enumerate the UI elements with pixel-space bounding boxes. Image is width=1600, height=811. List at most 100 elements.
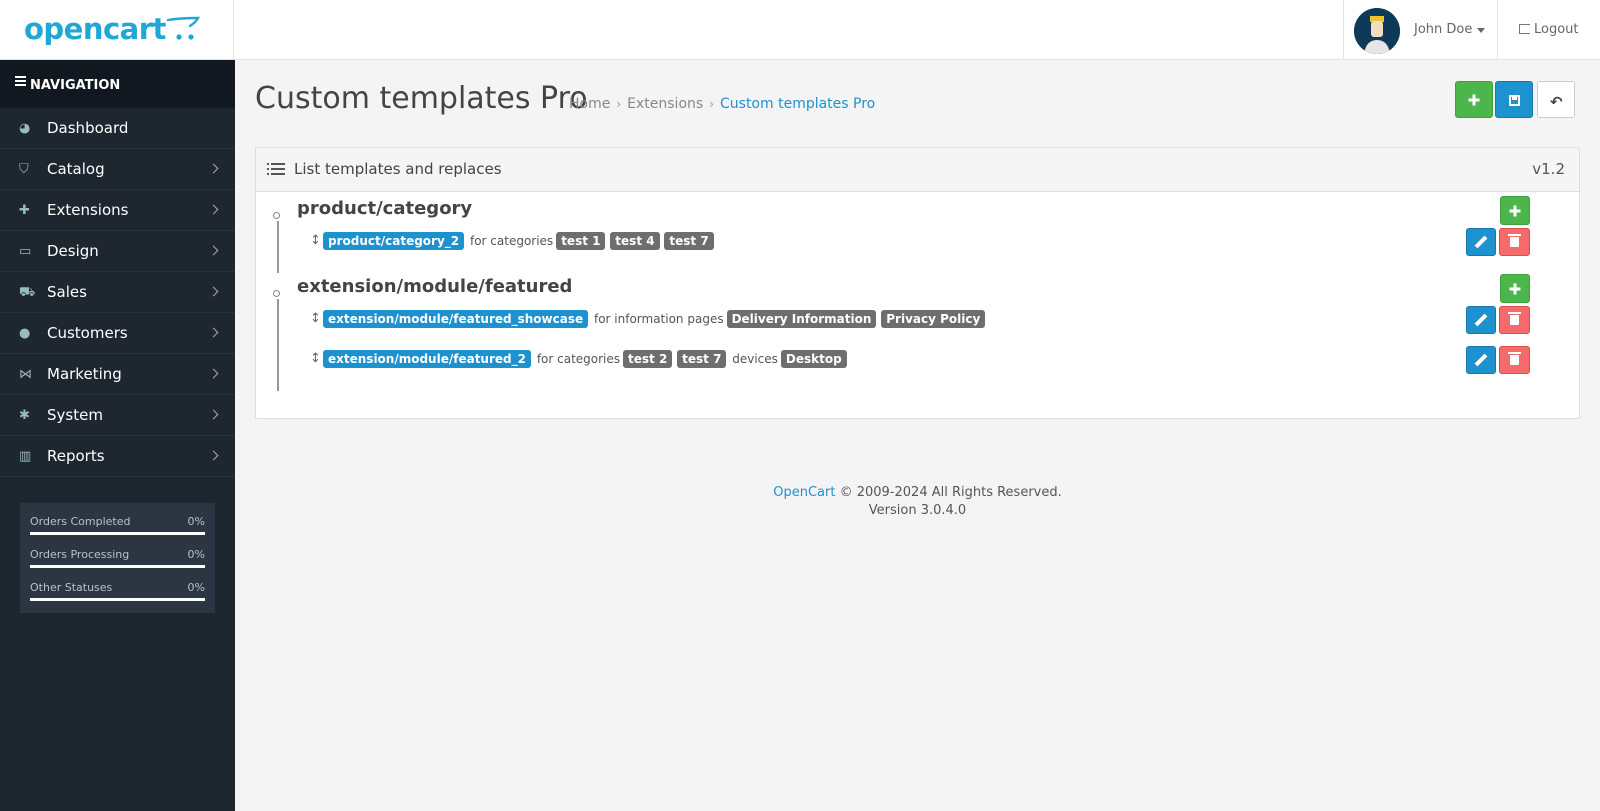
sidebar-item-label: Reports [47, 447, 105, 465]
sidebar-item-reports[interactable]: ▥ Reports [0, 436, 235, 477]
chevron-right-icon [208, 327, 219, 338]
add-template-button[interactable] [1500, 274, 1530, 303]
save-icon [1509, 95, 1520, 106]
chevron-right-icon [208, 409, 219, 420]
sidebar-item-label: Customers [47, 324, 128, 342]
sidebar-item-dashboard[interactable]: ◕ Dashboard [0, 108, 235, 149]
sidebar-menu: ◕ Dashboard ⛉ Catalog ✚ Extensions ▭ Design ⛟ Sal… [0, 108, 235, 477]
sign-out-icon [1519, 24, 1530, 34]
sidebar-item-system[interactable]: ✱ System [0, 395, 235, 436]
sidebar-item-label: Catalog [47, 160, 105, 178]
back-button[interactable]: ↶ [1537, 81, 1575, 118]
navigation-heading: NAVIGATION [0, 60, 235, 108]
cart-logo-icon [166, 16, 200, 40]
delete-button[interactable] [1499, 306, 1530, 334]
template-description: extension/module/featured_2 for categori… [323, 350, 847, 368]
sidebar-item-label: Sales [47, 283, 87, 301]
logo-text: opencart [24, 12, 166, 46]
puzzle-icon: ✚ [19, 203, 30, 218]
sidebar: NAVIGATION ◕ Dashboard ⛉ Catalog ✚ Extensions… [0, 60, 235, 811]
sidebar-item-label: Marketing [47, 365, 122, 383]
stat-label: Orders Completed [30, 515, 131, 528]
condition-badge: test 7 [664, 232, 714, 250]
page-title: Custom templates Pro [255, 81, 588, 116]
edit-button[interactable] [1466, 346, 1496, 374]
sidebar-item-label: Design [47, 242, 99, 260]
dashboard-icon: ◕ [19, 121, 31, 136]
reply-icon: ↶ [1550, 93, 1563, 111]
delete-button[interactable] [1499, 346, 1530, 374]
sidebar-item-sales[interactable]: ⛟ Sales [0, 272, 235, 313]
chevron-right-icon [208, 368, 219, 379]
order-stats: Orders Completed 0% Orders Processing 0% Oth… [20, 503, 215, 613]
add-template-button[interactable] [1500, 196, 1530, 225]
drag-handle-icon[interactable]: ↕ [310, 311, 321, 326]
chevron-right-icon [208, 286, 219, 297]
trash-icon [1508, 234, 1521, 247]
stat-row: Orders Processing 0% [30, 544, 205, 577]
breadcrumb-extensions[interactable]: Extensions [627, 96, 703, 112]
breadcrumb: Home › Extensions › Custom templates Pro [569, 96, 875, 112]
chevron-right-icon [208, 204, 219, 215]
desktop-icon: ▭ [19, 244, 32, 259]
chevron-right-icon [208, 450, 219, 461]
tree-node-icon [268, 290, 284, 298]
condition-badge: Privacy Policy [881, 310, 986, 328]
top-header: opencart John Doe Logout [0, 0, 1600, 60]
plus-icon [1468, 94, 1480, 105]
delete-button[interactable] [1499, 228, 1530, 256]
opencart-link[interactable]: OpenCart [773, 485, 835, 500]
chevron-right-icon [208, 245, 219, 256]
list-icon [267, 163, 285, 175]
template-row: ↕ extension/module/featured_showcase for … [256, 306, 1581, 334]
logo-area: opencart [0, 0, 234, 60]
edit-button[interactable] [1466, 306, 1496, 334]
bar-chart-icon: ▥ [19, 449, 32, 464]
condition-badge: test 7 [677, 350, 727, 368]
main-content: Custom templates Pro Home › Extensions › Cus… [235, 61, 1600, 811]
trash-icon [1508, 352, 1521, 365]
sidebar-item-extensions[interactable]: ✚ Extensions [0, 190, 235, 231]
stat-row: Orders Completed 0% [30, 511, 205, 544]
sidebar-item-marketing[interactable]: ⋈ Marketing [0, 354, 235, 395]
stat-label: Other Statuses [30, 581, 113, 594]
sidebar-item-customers[interactable]: ● Customers [0, 313, 235, 354]
tree-dot [273, 290, 280, 297]
footer: OpenCart © 2009-2024 All Rights Reserved… [235, 484, 1600, 520]
template-badge: extension/module/featured_showcase [323, 310, 589, 328]
bars-icon [15, 76, 26, 88]
stat-progress-bar [30, 565, 205, 568]
drag-handle-icon[interactable]: ↕ [310, 233, 321, 248]
breadcrumb-separator: › [616, 97, 622, 111]
template-badge: product/category_2 [323, 232, 465, 250]
plus-icon [1509, 283, 1521, 294]
group-title: extension/module/featured [297, 276, 573, 297]
avatar [1354, 8, 1400, 54]
edit-button[interactable] [1466, 228, 1496, 256]
drag-handle-icon[interactable]: ↕ [310, 351, 321, 366]
stat-value: 0% [187, 515, 205, 528]
condition-badge: Desktop [780, 350, 847, 368]
template-row: ↕ product/category_2 for categories test 1… [256, 228, 1581, 256]
panel-title: List templates and replaces [294, 160, 502, 178]
tree-node-icon [268, 212, 284, 220]
opencart-logo[interactable]: opencart [24, 12, 200, 46]
add-button[interactable] [1455, 81, 1493, 118]
breadcrumb-current[interactable]: Custom templates Pro [720, 96, 875, 112]
stat-row: Other Statuses 0% [30, 577, 205, 610]
group-title: product/category [297, 198, 473, 219]
stat-progress-bar [30, 532, 205, 535]
condition-badge: test 2 [623, 350, 673, 368]
user-menu[interactable]: John Doe [1343, 0, 1498, 60]
sidebar-item-design[interactable]: ▭ Design [0, 231, 235, 272]
cart-icon: ⛟ [19, 285, 36, 300]
logout-link[interactable]: Logout [1519, 22, 1579, 37]
breadcrumb-home[interactable]: Home [569, 96, 610, 112]
panel-heading: List templates and replaces v1.2 [256, 148, 1579, 192]
sidebar-item-catalog[interactable]: ⛉ Catalog [0, 149, 235, 190]
sidebar-item-label: Extensions [47, 201, 129, 219]
share-icon: ⋈ [19, 367, 32, 382]
sidebar-item-label: System [47, 406, 103, 424]
condition-text: devices [732, 352, 778, 366]
save-button[interactable] [1495, 81, 1533, 118]
